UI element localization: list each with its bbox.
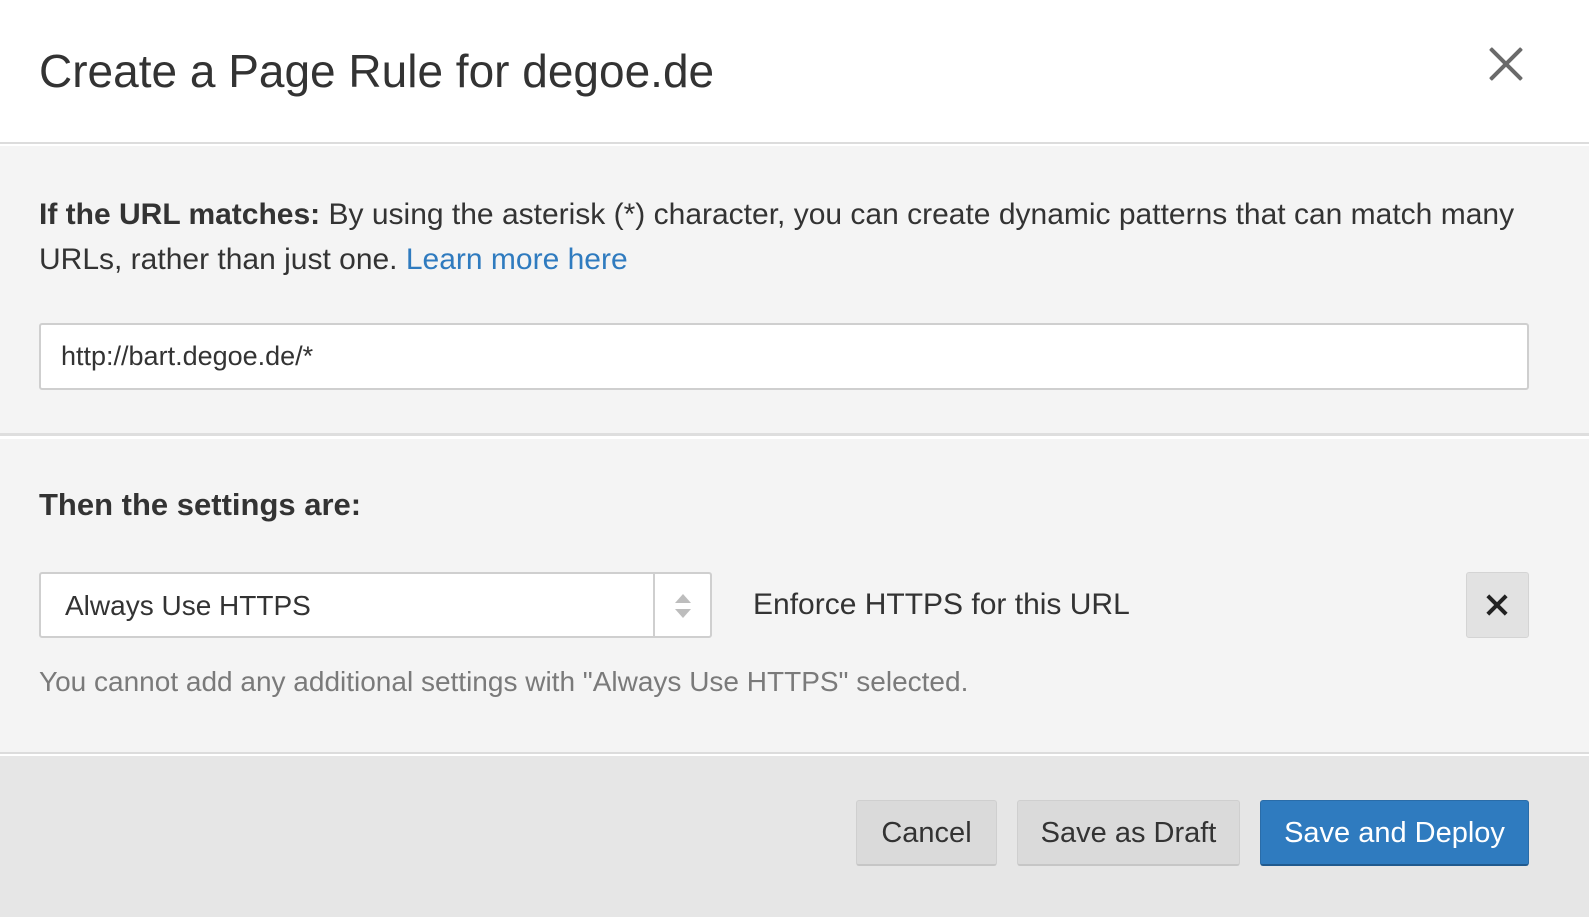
- settings-section: Then the settings are: Always Use HTTPS …: [0, 439, 1589, 754]
- url-match-label: If the URL matches:: [39, 198, 321, 231]
- learn-more-link[interactable]: Learn more here: [406, 243, 628, 276]
- settings-note: You cannot add any additional settings w…: [39, 666, 969, 697]
- arrow-down-icon: [675, 609, 691, 618]
- url-pattern-input[interactable]: [39, 323, 1529, 390]
- page-rule-dialog: Create a Page Rule for degoe.de If the U…: [0, 0, 1589, 917]
- dialog-header: Create a Page Rule for degoe.de: [0, 0, 1589, 144]
- cancel-button[interactable]: Cancel: [856, 800, 997, 866]
- setting-select-value: Always Use HTTPS: [65, 590, 311, 621]
- setting-select[interactable]: Always Use HTTPS: [39, 572, 712, 638]
- arrow-up-icon: [675, 594, 691, 603]
- dialog-title: Create a Page Rule for degoe.de: [39, 45, 715, 97]
- close-icon[interactable]: [1484, 42, 1528, 86]
- url-match-section: If the URL matches: By using the asteris…: [0, 146, 1589, 436]
- remove-setting-button[interactable]: [1466, 572, 1529, 638]
- close-icon: [1467, 573, 1528, 637]
- settings-heading: Then the settings are:: [39, 487, 362, 522]
- dialog-footer: Cancel Save as Draft Save and Deploy: [0, 756, 1589, 917]
- save-as-draft-button[interactable]: Save as Draft: [1017, 800, 1240, 866]
- setting-description: Enforce HTTPS for this URL: [753, 588, 1130, 621]
- save-and-deploy-button[interactable]: Save and Deploy: [1260, 800, 1529, 866]
- url-match-intro: If the URL matches: By using the asteris…: [39, 192, 1529, 282]
- select-arrows-icon: [655, 574, 711, 636]
